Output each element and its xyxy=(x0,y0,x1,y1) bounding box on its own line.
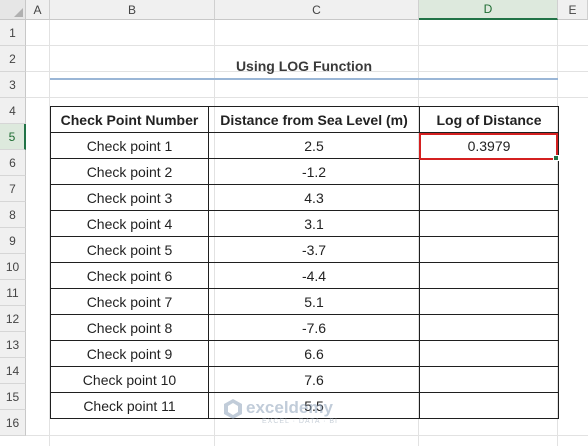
cell-distance[interactable]: -7.6 xyxy=(208,314,420,341)
cell-log-distance[interactable] xyxy=(419,392,559,419)
data-table: Check Point Number Distance from Sea Lev… xyxy=(50,106,559,419)
fill-handle[interactable] xyxy=(553,155,559,161)
select-all-triangle-icon xyxy=(14,8,23,17)
cell-check-point[interactable]: Check point 9 xyxy=(50,340,209,367)
cell-check-point[interactable]: Check point 8 xyxy=(50,314,209,341)
cell-distance[interactable]: 7.6 xyxy=(208,366,420,393)
row-header-3[interactable]: 3 xyxy=(0,72,26,98)
cell-log-distance[interactable]: 0.3979 xyxy=(419,132,559,159)
table-row: Check point 10 7.6 xyxy=(50,366,559,393)
table-row: Check point 7 5.1 xyxy=(50,288,559,315)
cell-log-distance[interactable] xyxy=(419,262,559,289)
cell-check-point[interactable]: Check point 3 xyxy=(50,184,209,211)
row-header-6[interactable]: 6 xyxy=(0,150,26,176)
row-header-12[interactable]: 12 xyxy=(0,306,26,332)
cell-check-point[interactable]: Check point 4 xyxy=(50,210,209,237)
cell-distance[interactable]: 5.5 xyxy=(208,392,420,419)
cell-log-distance[interactable] xyxy=(419,210,559,237)
cell-check-point[interactable]: Check point 5 xyxy=(50,236,209,263)
row-header-2[interactable]: 2 xyxy=(0,46,26,72)
column-header-c[interactable]: C xyxy=(215,0,419,20)
row-header-4[interactable]: 4 xyxy=(0,98,26,124)
spreadsheet: A B C D E 1 2 3 4 5 6 7 8 9 10 11 12 13 … xyxy=(0,0,588,446)
title-underline xyxy=(50,78,558,80)
cell-distance[interactable]: 4.3 xyxy=(208,184,420,211)
row-header-8[interactable]: 8 xyxy=(0,202,26,228)
cell-log-distance[interactable] xyxy=(419,288,559,315)
column-header-a[interactable]: A xyxy=(26,0,50,20)
row-header-1[interactable]: 1 xyxy=(0,20,26,46)
gridline xyxy=(26,45,588,46)
table-row: Check point 1 2.5 0.3979 xyxy=(50,132,559,159)
column-header-b[interactable]: B xyxy=(50,0,215,20)
cell-log-distance[interactable] xyxy=(419,184,559,211)
row-header-11[interactable]: 11 xyxy=(0,280,26,306)
table-row: Check point 6 -4.4 xyxy=(50,262,559,289)
cell-log-distance[interactable] xyxy=(419,340,559,367)
table-row: Check point 3 4.3 xyxy=(50,184,559,211)
table-row: Check point 2 -1.2 xyxy=(50,158,559,185)
cell-distance[interactable]: -4.4 xyxy=(208,262,420,289)
table-header-row: Check Point Number Distance from Sea Lev… xyxy=(50,106,559,133)
cell-check-point[interactable]: Check point 10 xyxy=(50,366,209,393)
table-row: Check point 11 5.5 xyxy=(50,392,559,419)
header-check-point-number[interactable]: Check Point Number xyxy=(50,106,209,133)
table-row: Check point 8 -7.6 xyxy=(50,314,559,341)
row-header-5[interactable]: 5 xyxy=(0,124,26,150)
cell-check-point[interactable]: Check point 7 xyxy=(50,288,209,315)
row-header-16[interactable]: 16 xyxy=(0,410,26,436)
row-header-15[interactable]: 15 xyxy=(0,384,26,410)
table-row: Check point 5 -3.7 xyxy=(50,236,559,263)
row-header-10[interactable]: 10 xyxy=(0,254,26,280)
cell-check-point[interactable]: Check point 2 xyxy=(50,158,209,185)
header-log-of-distance[interactable]: Log of Distance xyxy=(419,106,559,133)
cell-check-point[interactable]: Check point 11 xyxy=(50,392,209,419)
cell-distance[interactable]: 5.1 xyxy=(208,288,420,315)
cell-check-point[interactable]: Check point 1 xyxy=(50,132,209,159)
row-header-7[interactable]: 7 xyxy=(0,176,26,202)
column-header-e[interactable]: E xyxy=(558,0,588,20)
cell-distance[interactable]: 6.6 xyxy=(208,340,420,367)
column-header-d[interactable]: D xyxy=(419,0,558,20)
row-header-13[interactable]: 13 xyxy=(0,332,26,358)
gridline xyxy=(26,435,588,436)
select-all-corner[interactable] xyxy=(0,0,26,20)
gridline xyxy=(26,97,588,98)
cell-distance[interactable]: -3.7 xyxy=(208,236,420,263)
row-header-9[interactable]: 9 xyxy=(0,228,26,254)
cell-log-distance[interactable] xyxy=(419,366,559,393)
cell-distance[interactable]: 2.5 xyxy=(208,132,420,159)
cell-log-distance[interactable] xyxy=(419,236,559,263)
table-row: Check point 9 6.6 xyxy=(50,340,559,367)
header-distance[interactable]: Distance from Sea Level (m) xyxy=(208,106,420,133)
cell-log-distance[interactable] xyxy=(419,314,559,341)
table-row: Check point 4 3.1 xyxy=(50,210,559,237)
sheet-title[interactable]: Using LOG Function xyxy=(50,58,558,78)
watermark-tagline: EXCEL · DATA · BI xyxy=(262,418,338,425)
cell-check-point[interactable]: Check point 6 xyxy=(50,262,209,289)
cell-log-distance[interactable] xyxy=(419,158,559,185)
cell-distance[interactable]: 3.1 xyxy=(208,210,420,237)
row-header-14[interactable]: 14 xyxy=(0,358,26,384)
cell-distance[interactable]: -1.2 xyxy=(208,158,420,185)
